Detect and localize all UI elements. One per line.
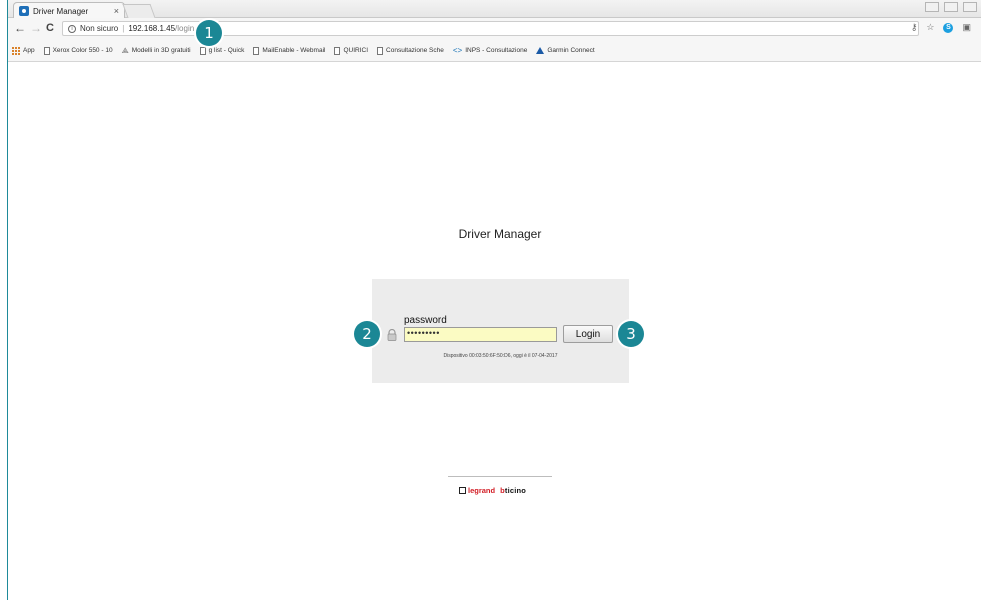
- bticino-wordmark: ticino: [504, 486, 527, 495]
- bookmark-label: Xerox Color 550 - 10: [52, 47, 113, 54]
- model-icon: ⟁: [121, 45, 129, 55]
- bookmark-modelli-3d[interactable]: ⟁ Modelli in 3D gratuiti: [122, 46, 191, 56]
- bookmark-label: Consultazione Sche: [386, 47, 444, 54]
- back-button[interactable]: ←: [14, 22, 26, 34]
- page-icon: [199, 46, 206, 55]
- info-icon[interactable]: i: [68, 24, 76, 33]
- footer-divider: [448, 476, 552, 477]
- page-icon: [334, 46, 341, 55]
- window-edge: [0, 0, 8, 600]
- legrand-square-icon: [459, 487, 466, 494]
- user-profile-icon[interactable]: [925, 2, 939, 12]
- bookmark-consultazione[interactable]: Consultazione Sche: [377, 46, 444, 55]
- url-host: 192.168.1.45: [128, 24, 176, 33]
- bookmark-label: QUIRICI: [343, 47, 369, 54]
- password-field[interactable]: •••••••••: [404, 327, 557, 342]
- legrand-logo: legrand: [459, 486, 495, 495]
- chevron-icon: <>: [452, 46, 463, 55]
- bookmark-label: App: [23, 47, 35, 54]
- omnibox-separator: |: [122, 24, 125, 33]
- toolbar: ← → C i Non sicuro | 192.168.1.45/login.…: [8, 18, 981, 40]
- bookmark-quirici[interactable]: QUIRICI: [334, 46, 369, 55]
- device-info-text: Dispositivo 00:03:50:6F:50:D6, oggi è il…: [443, 353, 558, 359]
- bookmark-mailenable[interactable]: MailEnable - Webmail: [253, 46, 326, 55]
- tab-strip: Driver Manager ×: [8, 0, 981, 19]
- bookmark-quick-list[interactable]: g list - Quick: [199, 46, 245, 55]
- minimize-icon[interactable]: [944, 2, 958, 12]
- page-title: Driver Manager: [458, 227, 542, 241]
- bookmark-inps[interactable]: <> INPS - Consultazione: [453, 46, 527, 55]
- callout-badge-1: 1: [196, 20, 222, 46]
- tab-title: Driver Manager: [33, 6, 89, 16]
- bookmark-label: INPS - Consultazione: [465, 47, 528, 54]
- callout-badge-2: 2: [354, 321, 380, 347]
- lock-icon: [387, 329, 397, 341]
- extension-icon[interactable]: ▣: [962, 22, 971, 33]
- skype-icon[interactable]: S: [943, 22, 954, 33]
- star-icon[interactable]: ☆: [926, 22, 934, 33]
- bookmark-apps[interactable]: App: [12, 46, 35, 55]
- page-icon: [377, 46, 384, 55]
- legrand-wordmark: legrand: [468, 486, 496, 495]
- bookmark-xerox[interactable]: Xerox Color 550 - 10: [43, 46, 113, 55]
- bookmark-label: MailEnable - Webmail: [262, 47, 326, 54]
- garmin-icon: [536, 47, 545, 54]
- brand-logos: legrand bticino: [459, 486, 526, 495]
- login-button[interactable]: Login: [563, 325, 613, 343]
- new-tab-button[interactable]: [122, 4, 156, 18]
- browser-window: Driver Manager × ← → C i Non sicuro | 19…: [0, 0, 981, 600]
- bticino-logo: bticino: [500, 486, 526, 495]
- page-icon: [253, 46, 260, 55]
- forward-button[interactable]: →: [30, 22, 42, 34]
- address-bar[interactable]: i Non sicuro | 192.168.1.45/login.php: [62, 21, 919, 36]
- callout-badge-3: 3: [618, 321, 644, 347]
- tab-close-icon[interactable]: ×: [114, 6, 119, 16]
- maximize-icon[interactable]: [963, 2, 977, 12]
- key-icon[interactable]: ⚷: [911, 22, 918, 33]
- tab-driver-manager[interactable]: Driver Manager ×: [13, 2, 125, 19]
- bookmark-label: Modelli in 3D gratuiti: [131, 47, 191, 54]
- bookmark-label: g list - Quick: [208, 47, 245, 54]
- toolbar-actions: ⚷ ☆ S ▣: [911, 22, 971, 33]
- apps-grid-icon: [12, 46, 20, 55]
- password-label: password: [404, 315, 447, 326]
- bookmarks-bar: App Xerox Color 550 - 10 ⟁ Modelli in 3D…: [8, 40, 981, 62]
- favicon-icon: [19, 6, 29, 16]
- bookmark-garmin[interactable]: Garmin Connect: [536, 47, 595, 54]
- security-label[interactable]: Non sicuro: [80, 24, 118, 33]
- bookmark-label: Garmin Connect: [547, 47, 595, 54]
- window-controls: [925, 2, 977, 12]
- reload-button[interactable]: C: [46, 22, 54, 34]
- page-icon: [43, 46, 50, 55]
